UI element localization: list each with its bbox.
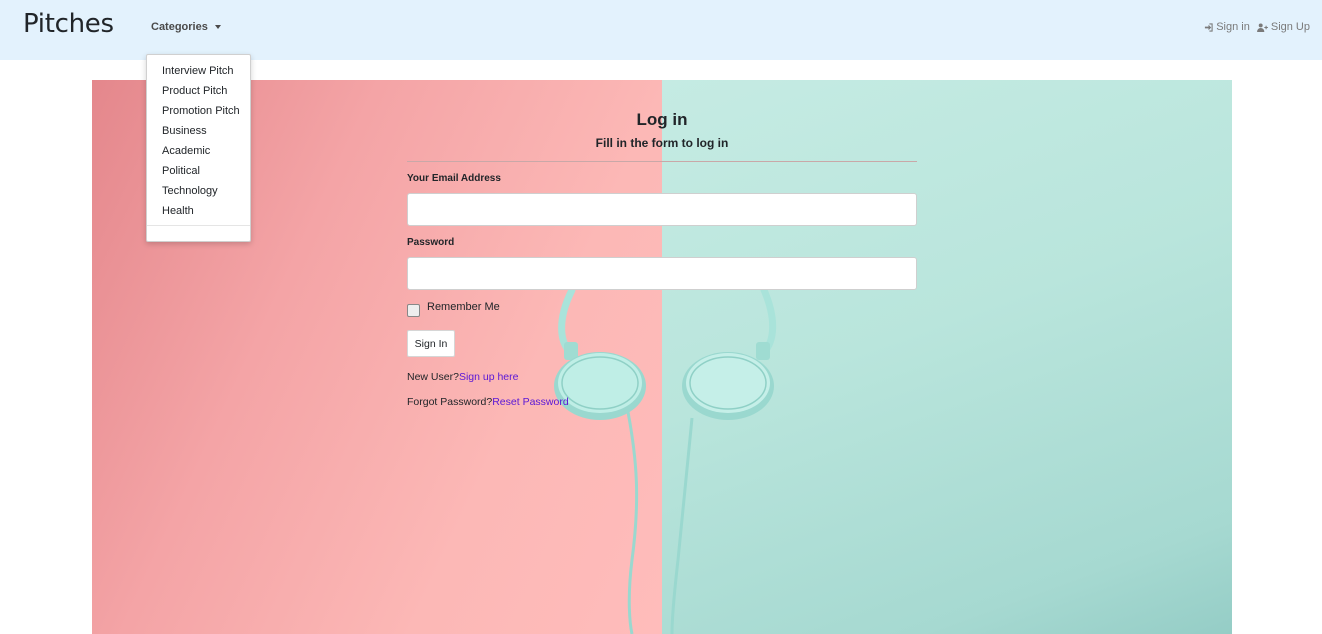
forgot-password-line: Forgot Password?Reset Password [407, 396, 569, 408]
reset-password-link[interactable]: Reset Password [492, 396, 568, 408]
password-label: Password [407, 237, 455, 248]
sign-up-here-link[interactable]: Sign up here [459, 371, 519, 383]
remember-me-label: Remember Me [427, 301, 500, 313]
nav-right: Sign in Sign Up [1204, 21, 1310, 33]
new-user-line: New User?Sign up here [407, 371, 518, 383]
page-subtitle: Fill in the form to log in [595, 136, 729, 150]
new-user-text: New User? [407, 371, 459, 383]
email-field[interactable] [407, 193, 917, 226]
sign-in-label: Sign in [1216, 21, 1250, 33]
categories-dropdown-menu: Interview Pitch Product Pitch Promotion … [146, 54, 251, 242]
remember-me-checkbox[interactable] [407, 304, 420, 317]
dropdown-item-political[interactable]: Political [162, 165, 200, 177]
user-plus-icon [1256, 22, 1268, 32]
form-divider [407, 161, 917, 162]
sign-in-link[interactable]: Sign in [1204, 21, 1250, 33]
headphones-illustration [554, 286, 777, 634]
brand-logo[interactable]: Pitches [23, 9, 114, 39]
caret-down-icon [214, 25, 221, 29]
hero-background-image [92, 80, 1232, 634]
forgot-password-text: Forgot Password? [407, 396, 493, 408]
sign-in-icon [1205, 22, 1213, 32]
dropdown-item-product-pitch[interactable]: Product Pitch [162, 85, 227, 97]
dropdown-divider [147, 225, 250, 226]
sign-up-link[interactable]: Sign Up [1256, 21, 1310, 33]
sign-up-label: Sign Up [1270, 21, 1310, 33]
email-label: Your Email Address [407, 173, 501, 184]
categories-dropdown-toggle[interactable]: Categories [151, 21, 221, 33]
page-title: Log in [636, 110, 688, 129]
dropdown-item-academic[interactable]: Academic [162, 145, 210, 157]
dropdown-item-business[interactable]: Business [162, 125, 207, 137]
dropdown-item-interview-pitch[interactable]: Interview Pitch [162, 65, 234, 77]
categories-label: Categories [151, 21, 208, 33]
sign-in-button[interactable]: Sign In [407, 330, 455, 357]
dropdown-item-technology[interactable]: Technology [162, 185, 218, 197]
dropdown-item-health[interactable]: Health [162, 205, 194, 217]
password-field[interactable] [407, 257, 917, 290]
navbar: Pitches Categories Sign in Sign Up [0, 0, 1322, 60]
dropdown-item-promotion-pitch[interactable]: Promotion Pitch [162, 105, 240, 117]
